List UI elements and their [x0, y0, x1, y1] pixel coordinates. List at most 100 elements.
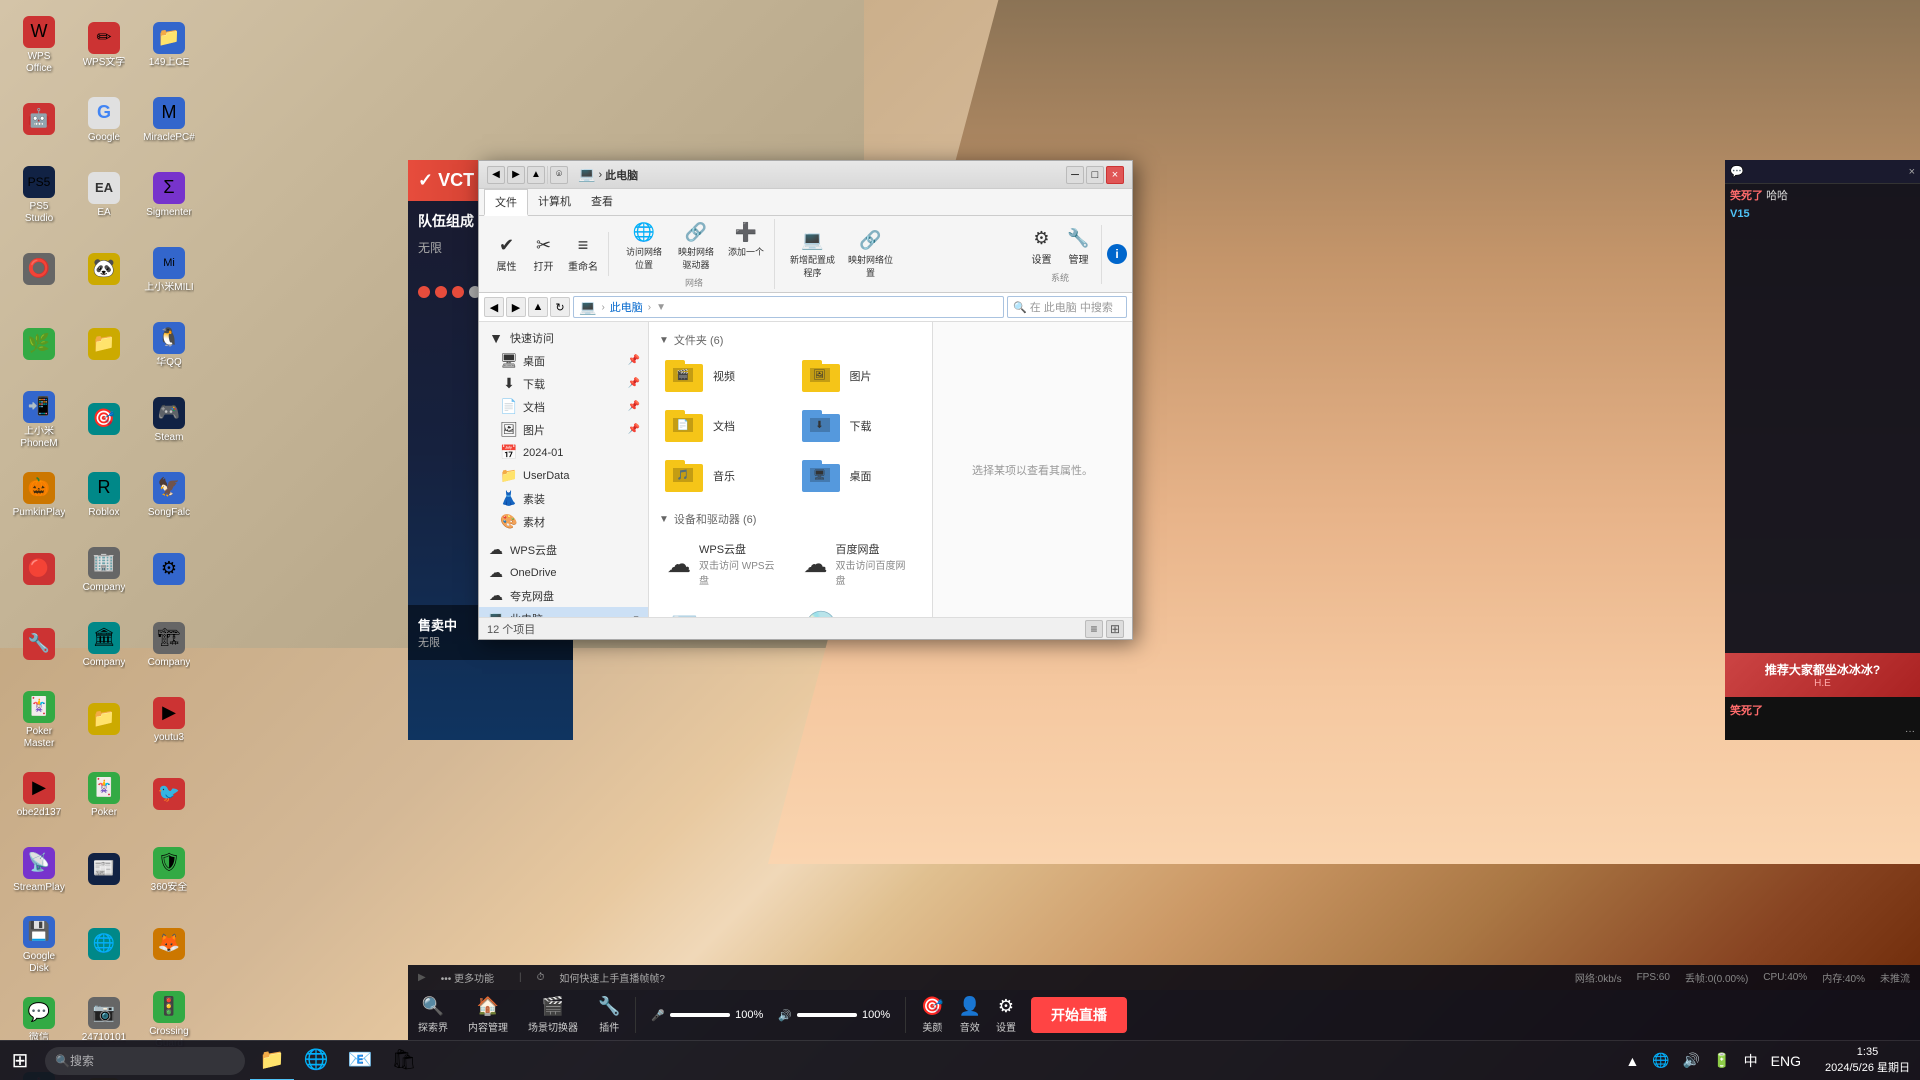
- icon-wps-writer[interactable]: ✏ WPS文字: [75, 10, 133, 80]
- stream-ctrl-scenes[interactable]: 🎬 场景切换器: [528, 996, 578, 1034]
- ribbon-btn-access-network[interactable]: 🌐 访问网络位置: [619, 219, 669, 274]
- sidebar-item-2024[interactable]: 📅 2024-01: [479, 441, 648, 464]
- icon-youtube[interactable]: ▶ youtu3: [140, 685, 198, 755]
- taskbar-app-store[interactable]: 🛍: [382, 1041, 426, 1080]
- maximize-button[interactable]: □: [1086, 166, 1104, 184]
- sidebar-quick-access-header[interactable]: ▼ 快速访问: [479, 327, 648, 349]
- icon-roblox[interactable]: R Roblox: [75, 460, 133, 530]
- list-view-button[interactable]: ≡: [1085, 620, 1103, 638]
- file-item-downloads[interactable]: ⬇ 下载: [796, 406, 923, 446]
- icon-red2[interactable]: 🔧: [10, 610, 68, 680]
- sidebar-item-quark[interactable]: ☁ 夸克网盘: [479, 584, 648, 607]
- icon-poker[interactable]: 🃏 Poker Master: [10, 685, 68, 755]
- icon-company[interactable]: 🏢 Company: [75, 535, 133, 605]
- chat-close[interactable]: ×: [1909, 166, 1915, 178]
- icon-news[interactable]: 📰: [75, 835, 133, 905]
- file-item-desktop[interactable]: 🖥 桌面: [796, 456, 923, 496]
- stream-ctrl-extra3[interactable]: ⚙ 设置: [996, 996, 1016, 1034]
- back-arrow[interactable]: ◀: [484, 297, 504, 317]
- search-box[interactable]: 🔍 在 此电脑 中搜索: [1007, 296, 1127, 318]
- icon-bird[interactable]: 🐦: [140, 760, 198, 830]
- taskbar-clock[interactable]: 1:35 2024/5/26 星期日: [1815, 1045, 1920, 1076]
- stream-ctrl-explore[interactable]: 🔍 探索界: [418, 996, 448, 1034]
- ribbon-btn-properties[interactable]: ✔ 属性: [489, 232, 524, 276]
- icon-folder-yellow[interactable]: 📁: [75, 310, 133, 380]
- icon-red1[interactable]: 🔴: [10, 535, 68, 605]
- stream-ctrl-manage[interactable]: 🏠 内容管理: [468, 996, 508, 1034]
- icon-pumpkin[interactable]: 🎃 PumkinPlay: [10, 460, 68, 530]
- ribbon-btn-rename[interactable]: ≡ 重命名: [563, 232, 603, 276]
- refresh-arrow[interactable]: ↻: [550, 297, 570, 317]
- tray-expand[interactable]: ▲: [1621, 1051, 1643, 1071]
- breadcrumb-this-pc[interactable]: 此电脑: [610, 299, 643, 315]
- icon-360[interactable]: 🛡 360安全: [140, 835, 198, 905]
- icon-company2[interactable]: 🏛 Company: [75, 610, 133, 680]
- more-tips-text[interactable]: ••• 更多功能: [441, 970, 494, 985]
- ribbon-btn-map-network[interactable]: 🔗 映射网络位置: [843, 227, 898, 282]
- ribbon-btn-settings[interactable]: ⚙ 设置: [1024, 225, 1059, 269]
- stream-ctrl-extra1[interactable]: 🎯 美颜: [921, 996, 943, 1034]
- icon-circle[interactable]: ⭕: [10, 235, 68, 305]
- tray-lang[interactable]: ENG: [1767, 1051, 1805, 1071]
- up-arrow[interactable]: ▲: [528, 297, 548, 317]
- forward-button[interactable]: ▶: [507, 166, 525, 184]
- tab-file[interactable]: 文件: [484, 189, 528, 216]
- icon-ea[interactable]: EA EA: [75, 160, 133, 230]
- sidebar-item-userdata[interactable]: 📁 UserData: [479, 464, 648, 487]
- sidebar-item-pictures[interactable]: 🖼 图片 📌: [479, 418, 648, 441]
- grid-view-button[interactable]: ⊞: [1106, 620, 1124, 638]
- tray-volume[interactable]: 🔊: [1679, 1050, 1704, 1071]
- close-button[interactable]: ×: [1106, 166, 1124, 184]
- icon-qq[interactable]: 🐧 华QQ: [140, 310, 198, 380]
- icon-teal1[interactable]: 🎯: [75, 385, 133, 455]
- icon-eagle[interactable]: 🦅 SongFalc: [140, 460, 198, 530]
- recent-button[interactable]: ⌾: [550, 166, 568, 184]
- forward-arrow[interactable]: ▶: [506, 297, 526, 317]
- file-item-music[interactable]: 🎵 音乐: [659, 456, 786, 496]
- stream-ctrl-tools[interactable]: 🔧 插件: [598, 996, 620, 1034]
- stream-ctrl-extra2[interactable]: 👤 音效: [959, 996, 981, 1034]
- sidebar-item-素装[interactable]: 👗 素装: [479, 487, 648, 510]
- sidebar-item-documents[interactable]: 📄 文档 📌: [479, 395, 648, 418]
- icon-control[interactable]: ⚙: [140, 535, 198, 605]
- drive-item-wps[interactable]: ☁ WPS云盘 双击访问 WPS云盘: [659, 535, 786, 593]
- icon-steam[interactable]: 🎮 Steam: [140, 385, 198, 455]
- tray-network[interactable]: 🌐: [1648, 1050, 1673, 1071]
- tab-view[interactable]: 查看: [581, 189, 623, 215]
- icon-firefox[interactable]: 🦊: [140, 910, 198, 980]
- tab-computer[interactable]: 计算机: [528, 189, 581, 215]
- tray-input[interactable]: 中: [1740, 1049, 1762, 1073]
- file-item-pictures[interactable]: 🖼 图片: [796, 356, 923, 396]
- drive-item-baidu[interactable]: ☁ 百度网盘 双击访问百度网盘: [796, 535, 923, 593]
- ribbon-btn-add[interactable]: ➕ 添加一个: [723, 219, 769, 274]
- icon-phone[interactable]: 📲 上小米PhoneM: [10, 385, 68, 455]
- chat-ad[interactable]: 推荐大家都坐冰冰冰? H.E: [1725, 653, 1920, 697]
- icon-poker2[interactable]: 🃏 Poker: [75, 760, 133, 830]
- ribbon-btn-new-config[interactable]: 💻 新增配置成程序: [785, 227, 840, 282]
- start-button[interactable]: ⊞: [0, 1041, 40, 1080]
- icon-folder1[interactable]: 📁 149上CE: [140, 10, 198, 80]
- taskbar-app-edge[interactable]: 🌐: [294, 1041, 338, 1080]
- icon-web[interactable]: 🌐: [75, 910, 133, 980]
- sidebar-item-desktop[interactable]: 🖥 桌面 📌: [479, 349, 648, 372]
- ribbon-btn-open[interactable]: ✂ 打开: [526, 232, 561, 276]
- mic-slider[interactable]: [670, 1013, 730, 1017]
- minimize-button[interactable]: ─: [1066, 166, 1084, 184]
- ribbon-btn-manage[interactable]: 🔧 管理: [1061, 225, 1096, 269]
- icon-googledisk[interactable]: 💾 Google Disk: [10, 910, 68, 980]
- icon-ps5[interactable]: PS5 PS5 Studio: [10, 160, 68, 230]
- icon-sigman[interactable]: Σ Sigmenter: [140, 160, 198, 230]
- file-item-videos[interactable]: 🎬 视频: [659, 356, 786, 396]
- sidebar-item-downloads[interactable]: ⬇ 下载 📌: [479, 372, 648, 395]
- drives-section-header[interactable]: ▼ 设备和驱动器 (6): [659, 511, 922, 527]
- icon-wps-office[interactable]: W WPS Office: [10, 10, 68, 80]
- sidebar-item-wps-cloud[interactable]: ☁ WPS云盘: [479, 538, 648, 561]
- taskbar-app-file-explorer[interactable]: 📁: [250, 1041, 294, 1080]
- ribbon-btn-map-drive[interactable]: 🔗 映射网络驱动器: [671, 219, 721, 274]
- icon-company3[interactable]: 🏗 Company: [140, 610, 198, 680]
- icon-stream[interactable]: 📡 StreamPlay: [10, 835, 68, 905]
- icon-miracle[interactable]: M MiraclePC#: [140, 85, 198, 155]
- tray-battery[interactable]: 🔋: [1709, 1050, 1734, 1071]
- drive-item-c[interactable]: 💻 本地磁盘 (C:) 2.30 GB 可用，: [659, 603, 786, 617]
- icon-ironman[interactable]: 🤖: [10, 85, 68, 155]
